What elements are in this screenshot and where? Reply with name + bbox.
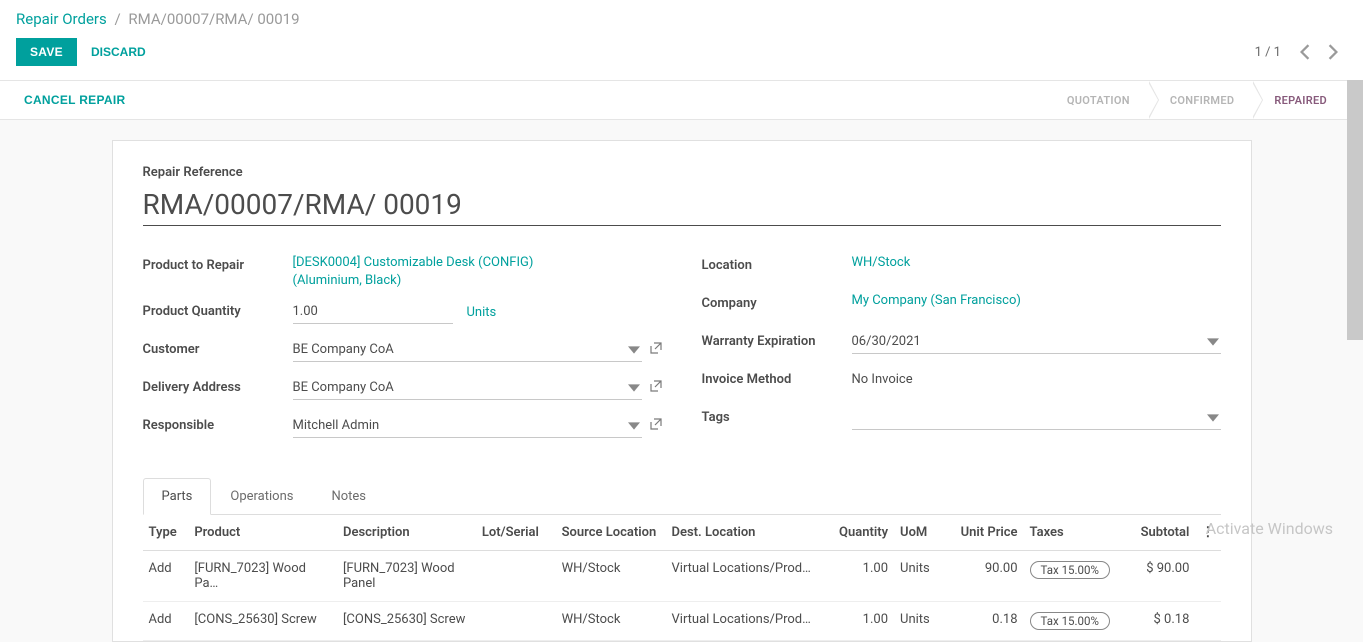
invoice-method-value: No Invoice [852, 368, 913, 387]
tab-parts[interactable]: Parts [143, 478, 212, 515]
tax-pill: Tax 15.00% [1030, 561, 1110, 579]
product-quantity-input[interactable] [293, 300, 453, 324]
company-value[interactable]: My Company (San Francisco) [852, 292, 1021, 310]
action-bar: CANCEL REPAIR QUOTATION CONFIRMED REPAIR… [0, 80, 1363, 120]
toolbar: SAVE DISCARD 1 / 1 [16, 32, 1347, 80]
cell-subtotal: $ 0.18 [1116, 602, 1196, 641]
external-link-icon [650, 380, 662, 392]
chevron-right-icon [1328, 44, 1338, 60]
cell-qty: 1.00 [824, 551, 894, 602]
table-row[interactable]: Add [CONS_25630] Screw [CONS_25630] Scre… [143, 602, 1221, 641]
status-steps: QUOTATION CONFIRMED REPAIRED [1047, 81, 1347, 119]
external-link-icon [650, 342, 662, 354]
customer-select[interactable] [293, 338, 642, 362]
step-quotation[interactable]: QUOTATION [1047, 81, 1150, 119]
delivery-external-link[interactable] [650, 380, 662, 396]
tax-pill: Tax 15.00% [1030, 612, 1110, 630]
invoice-method-label: Invoice Method [702, 368, 852, 387]
delivery-address-select[interactable] [293, 376, 642, 400]
breadcrumb-root[interactable]: Repair Orders [16, 10, 107, 28]
product-to-repair-value[interactable]: [DESK0004] Customizable Desk (CONFIG) (A… [293, 254, 603, 290]
cell-tax: Tax 15.00% [1024, 602, 1116, 641]
step-confirmed[interactable]: CONFIRMED [1150, 81, 1254, 119]
discard-button[interactable]: DISCARD [77, 38, 160, 66]
caret-down-icon [628, 420, 640, 436]
form-sheet: Repair Reference Product to Repair [DESK… [112, 140, 1252, 642]
repair-reference-input[interactable] [143, 186, 1221, 226]
caret-down-icon [1207, 336, 1219, 352]
cell-price: 0.18 [944, 602, 1024, 641]
step-repaired[interactable]: REPAIRED [1254, 81, 1347, 119]
save-button[interactable]: SAVE [16, 38, 77, 66]
caret-down-icon [628, 382, 640, 398]
tab-operations[interactable]: Operations [211, 478, 312, 515]
responsible-label: Responsible [143, 414, 293, 433]
cell-product: [CONS_25630] Screw [188, 602, 337, 641]
pager-next-button[interactable] [1319, 38, 1347, 66]
cell-lot [476, 602, 556, 641]
product-quantity-unit[interactable]: Units [467, 305, 497, 320]
delivery-address-label: Delivery Address [143, 376, 293, 395]
cell-uom: Units [894, 551, 944, 602]
pager-prev-button[interactable] [1291, 38, 1319, 66]
cancel-repair-button[interactable]: CANCEL REPAIR [16, 81, 133, 119]
cell-dest: Virtual Locations/Prod… [666, 602, 825, 641]
tabs: Parts Operations Notes [143, 478, 1221, 515]
responsible-select[interactable] [293, 414, 642, 438]
parts-table: Type Product Description Lot/Serial Sour… [143, 515, 1221, 641]
cell-src: WH/Stock [556, 602, 666, 641]
caret-down-icon [628, 344, 640, 360]
breadcrumb: Repair Orders / RMA/00007/RMA/ 00019 [16, 0, 1347, 32]
cell-lot [476, 551, 556, 602]
external-link-icon [650, 418, 662, 430]
company-label: Company [702, 292, 852, 311]
cell-dest: Virtual Locations/Prod… [666, 551, 825, 602]
tab-notes[interactable]: Notes [312, 478, 385, 515]
cell-price: 90.00 [944, 551, 1024, 602]
cell-qty: 1.00 [824, 602, 894, 641]
chevron-left-icon [1300, 44, 1310, 60]
cell-type: Add [143, 551, 189, 602]
cell-product: [FURN_7023] Wood Pa… [188, 551, 337, 602]
scrollbar[interactable] [1347, 80, 1363, 340]
tags-label: Tags [702, 406, 852, 425]
customer-external-link[interactable] [650, 342, 662, 358]
tags-input[interactable] [852, 406, 1221, 430]
location-label: Location [702, 254, 852, 273]
cell-tax: Tax 15.00% [1024, 551, 1116, 602]
cell-uom: Units [894, 602, 944, 641]
product-quantity-label: Product Quantity [143, 300, 293, 319]
warranty-expiration-label: Warranty Expiration [702, 330, 852, 349]
breadcrumb-current: RMA/00007/RMA/ 00019 [128, 10, 299, 28]
cell-description: [CONS_25630] Screw [337, 602, 476, 641]
table-row[interactable]: Add [FURN_7023] Wood Pa… [FURN_7023] Woo… [143, 551, 1221, 602]
customer-label: Customer [143, 338, 293, 357]
warranty-expiration-input[interactable] [852, 330, 1221, 354]
cell-src: WH/Stock [556, 551, 666, 602]
pager: 1 / 1 [1255, 38, 1347, 66]
location-value[interactable]: WH/Stock [852, 254, 911, 272]
cell-type: Add [143, 602, 189, 641]
repair-reference-label: Repair Reference [143, 165, 1221, 180]
pager-text: 1 / 1 [1255, 45, 1281, 60]
responsible-external-link[interactable] [650, 418, 662, 434]
caret-down-icon [1207, 412, 1219, 428]
cell-description: [FURN_7023] Wood Panel [337, 551, 476, 602]
breadcrumb-sep: / [114, 10, 120, 28]
product-to-repair-label: Product to Repair [143, 254, 293, 273]
cell-subtotal: $ 90.00 [1116, 551, 1196, 602]
